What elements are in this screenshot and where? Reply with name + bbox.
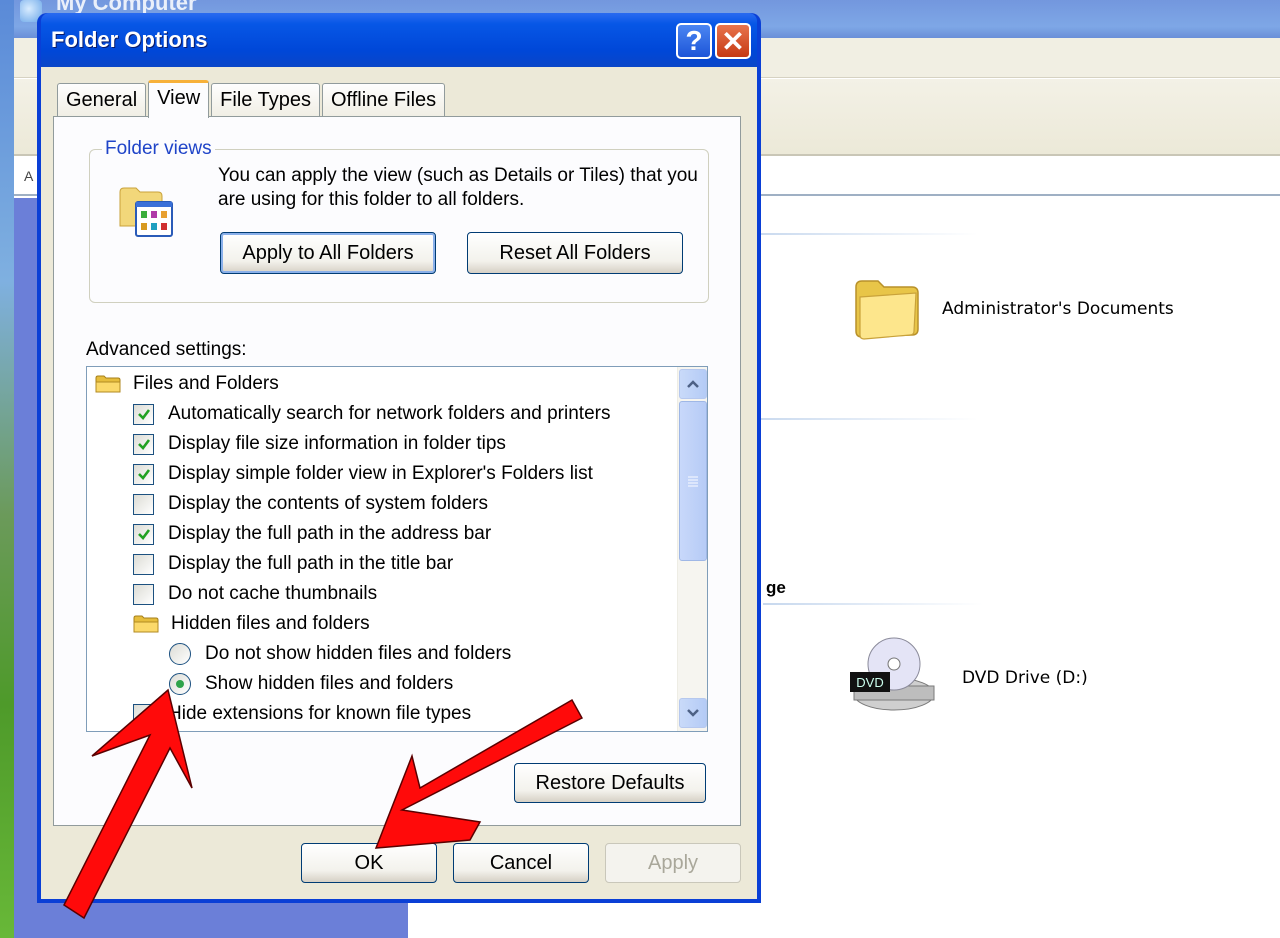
scroll-down-button[interactable]	[679, 698, 707, 728]
item-dvd-drive[interactable]: DVD DVD Drive (D:)	[848, 636, 1088, 720]
checkbox-option-row[interactable]: Display the contents of system folders	[133, 489, 488, 519]
checkbox[interactable]	[133, 463, 154, 485]
option-label: Display file size information in folder …	[168, 433, 506, 454]
close-icon: ✕	[721, 25, 745, 57]
option-label: Display the full path in the title bar	[168, 553, 454, 574]
restore-defaults-button[interactable]: Restore Defaults	[514, 763, 706, 803]
group-divider	[748, 233, 978, 235]
checkbox[interactable]	[133, 583, 154, 605]
group-divider	[763, 603, 983, 605]
radio-selected-dot	[176, 680, 184, 688]
settings-group-row: Files and Folders	[95, 369, 279, 399]
option-label: Hide extensions for known file types	[168, 703, 472, 724]
checkbox-option-row[interactable]: Display file size information in folder …	[133, 429, 506, 459]
dialog-body: General View File Types Offline Files Fo…	[41, 67, 757, 899]
radio-button[interactable]	[169, 643, 191, 665]
view-tab-panel: Folder views You can apply the view (suc…	[53, 116, 741, 826]
desktop-background	[0, 0, 14, 938]
checkbox[interactable]	[133, 403, 154, 425]
group-header-storage: ge	[766, 578, 786, 597]
radio-button[interactable]	[169, 673, 191, 695]
help-icon: ?	[685, 25, 703, 56]
folder-views-legend: Folder views	[102, 138, 215, 160]
checkbox-option-row[interactable]: Display the full path in the address bar	[133, 519, 491, 549]
settings-group-row: Hidden files and folders	[133, 609, 370, 639]
check-mark-icon	[137, 469, 150, 480]
checkbox-option-row[interactable]: Hide extensions for known file types	[133, 699, 471, 729]
folder-views-icon	[119, 187, 173, 237]
advanced-settings-list: Files and Folders Automatically search fo…	[86, 366, 708, 732]
cancel-button[interactable]: Cancel	[453, 843, 589, 883]
group-divider	[748, 418, 978, 420]
apply-button[interactable]: Apply	[605, 843, 741, 883]
dialog-titlebar[interactable]: Folder Options ? ✕	[41, 13, 757, 67]
folder-views-group: Folder views You can apply the view (suc…	[89, 138, 709, 303]
apply-to-all-folders-button[interactable]: Apply to All Folders	[220, 232, 436, 274]
check-mark-icon	[137, 439, 150, 450]
check-mark-icon	[137, 409, 150, 420]
option-label: Display simple folder view in Explorer's…	[168, 463, 593, 484]
option-label: Show hidden files and folders	[205, 673, 454, 694]
option-label: Display the contents of system folders	[168, 493, 488, 514]
folder-icon	[133, 615, 159, 633]
tab-file-types[interactable]: File Types	[211, 83, 320, 117]
tab-offline-files[interactable]: Offline Files	[321, 83, 446, 117]
folder-icon	[95, 375, 121, 393]
folder-icon	[855, 280, 919, 340]
option-label: Automatically search for network folders…	[168, 403, 611, 424]
chevron-down-icon	[687, 709, 699, 717]
option-label: Do not show hidden files and folders	[205, 643, 512, 664]
checkbox-option-row[interactable]: Display simple folder view in Explorer's…	[133, 459, 593, 489]
checkbox[interactable]	[133, 493, 154, 515]
advanced-settings-scrollbar[interactable]	[677, 367, 707, 731]
item-administrators-documents[interactable]: Administrator's Documents	[852, 273, 1174, 345]
scroll-up-button[interactable]	[679, 369, 707, 399]
close-button[interactable]: ✕	[715, 23, 751, 59]
radio-option-row[interactable]: Show hidden files and folders	[169, 669, 453, 699]
dialog-title: Folder Options	[51, 27, 208, 52]
tab-strip: General View File Types Offline Files	[57, 79, 447, 118]
tab-general[interactable]: General	[57, 83, 147, 117]
checkbox-option-row[interactable]: Do not cache thumbnails	[133, 579, 377, 609]
item-label: Administrator's Documents	[942, 299, 1174, 319]
tab-view[interactable]: View	[148, 80, 210, 118]
scroll-thumb[interactable]	[679, 401, 707, 561]
checkbox[interactable]	[133, 523, 154, 545]
option-label: Display the full path in the address bar	[168, 523, 492, 544]
option-label: Hidden files and folders	[171, 613, 370, 634]
option-label: Files and Folders	[133, 373, 279, 394]
option-label: Do not cache thumbnails	[168, 583, 378, 604]
chevron-up-icon	[687, 380, 699, 388]
checkbox[interactable]	[133, 433, 154, 455]
ok-button[interactable]: OK	[301, 843, 437, 883]
address-label: A	[24, 168, 34, 184]
dvd-drive-icon: DVD	[850, 637, 935, 711]
checkbox[interactable]	[133, 703, 154, 725]
folder-options-dialog: Folder Options ? ✕ General View File Typ…	[37, 13, 761, 903]
checkbox-option-row[interactable]: Display the full path in the title bar	[133, 549, 453, 579]
reset-all-folders-button[interactable]: Reset All Folders	[467, 232, 683, 274]
radio-option-row[interactable]: Do not show hidden files and folders	[169, 639, 511, 669]
checkbox[interactable]	[133, 553, 154, 575]
help-button[interactable]: ?	[676, 23, 712, 59]
checkbox-option-row[interactable]: Automatically search for network folders…	[133, 399, 610, 429]
item-label: DVD Drive (D:)	[962, 668, 1088, 688]
advanced-settings-label: Advanced settings:	[86, 339, 247, 360]
check-mark-icon	[137, 529, 150, 540]
grip-icon	[688, 476, 698, 487]
svg-text:DVD: DVD	[856, 675, 883, 690]
folder-views-description: You can apply the view (such as Details …	[218, 165, 698, 210]
